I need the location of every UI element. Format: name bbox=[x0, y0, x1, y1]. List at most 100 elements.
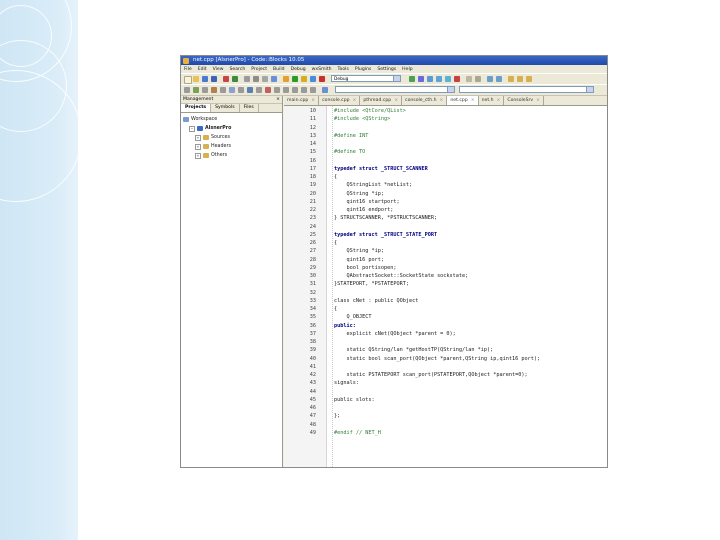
editor-tab[interactable]: net.h × bbox=[479, 96, 505, 105]
tab-projects[interactable]: Projects bbox=[181, 104, 212, 112]
copy-icon[interactable] bbox=[253, 76, 259, 82]
abort-icon[interactable] bbox=[319, 76, 325, 82]
tree-item[interactable]: Workspace bbox=[183, 115, 282, 124]
code-toolbar-icon[interactable] bbox=[283, 87, 289, 93]
tab-symbols[interactable]: Symbols bbox=[211, 104, 240, 112]
symbol-search-combo[interactable] bbox=[335, 86, 455, 93]
close-icon[interactable]: × bbox=[394, 98, 398, 103]
code-toolbar-icon[interactable] bbox=[274, 87, 280, 93]
code-toolbar-icon[interactable] bbox=[229, 87, 235, 93]
menu-file[interactable]: File bbox=[184, 67, 192, 72]
tree-item-label: Sources bbox=[211, 135, 230, 140]
tab-files[interactable]: Files bbox=[240, 104, 259, 112]
various-info-icon[interactable] bbox=[475, 76, 481, 82]
stop-debugger-icon[interactable] bbox=[454, 76, 460, 82]
close-icon[interactable]: × bbox=[497, 98, 501, 103]
expand-icon[interactable]: + bbox=[195, 143, 201, 150]
build-and-run-icon[interactable] bbox=[301, 76, 307, 82]
code-toolbar-icon[interactable] bbox=[247, 87, 253, 93]
menu-help[interactable]: Help bbox=[402, 67, 412, 72]
tree-item-label: Workspace bbox=[191, 117, 218, 122]
function-select-combo[interactable] bbox=[459, 86, 594, 93]
rebuild-icon[interactable] bbox=[310, 76, 316, 82]
menu-view[interactable]: View bbox=[213, 67, 224, 72]
expand-icon[interactable]: + bbox=[195, 152, 201, 159]
editor-tab[interactable]: ConsoleSrv × bbox=[504, 96, 544, 105]
close-icon[interactable]: × bbox=[440, 98, 444, 103]
line-number: 31 bbox=[309, 281, 316, 288]
step-out-icon[interactable] bbox=[445, 76, 451, 82]
code-line: QAbstractSocket::SocketState sockstate; bbox=[334, 273, 469, 279]
code-toolbar-icon[interactable] bbox=[256, 87, 262, 93]
close-icon[interactable]: × bbox=[311, 98, 315, 103]
build-target-select[interactable]: Debug bbox=[331, 75, 401, 82]
toggle-bookmark-icon[interactable] bbox=[508, 76, 514, 82]
code-view[interactable]: 10 #include <QtCore/QList> 11 #include <QSt… bbox=[310, 106, 607, 467]
menu-plugins[interactable]: Plugins bbox=[355, 67, 371, 72]
menu-tools[interactable]: Tools bbox=[338, 67, 349, 72]
menu-edit[interactable]: Edit bbox=[198, 67, 207, 72]
search-icon[interactable] bbox=[322, 87, 328, 93]
code-toolbar-icon[interactable] bbox=[211, 87, 217, 93]
next-line-icon[interactable] bbox=[427, 76, 433, 82]
code-toolbar-icon[interactable] bbox=[265, 87, 271, 93]
close-icon[interactable]: × bbox=[536, 98, 540, 103]
tree-item-label: Others bbox=[211, 153, 228, 158]
close-icon[interactable]: × bbox=[471, 98, 475, 103]
editor-tab[interactable]: main.cpp × bbox=[284, 96, 320, 105]
code-toolbar-icon[interactable] bbox=[310, 87, 316, 93]
editor-tab-label: ConsoleSrv bbox=[507, 98, 534, 103]
code-toolbar-icon[interactable] bbox=[301, 87, 307, 93]
run-icon[interactable] bbox=[292, 76, 298, 82]
code-line: QString *ip; bbox=[334, 248, 384, 255]
find-icon[interactable] bbox=[271, 76, 277, 82]
editor-tab[interactable]: console.cpp × bbox=[319, 96, 361, 105]
collapse-icon[interactable]: − bbox=[189, 125, 195, 132]
line-number: 36 bbox=[309, 322, 316, 329]
cut-icon[interactable] bbox=[244, 76, 250, 82]
open-file-icon[interactable] bbox=[193, 76, 199, 82]
editor-tab[interactable]: console_cth.h × bbox=[402, 96, 448, 105]
code-toolbar-icon[interactable] bbox=[202, 87, 208, 93]
menu-settings[interactable]: Settings bbox=[377, 67, 396, 72]
debug-windows-icon[interactable] bbox=[466, 76, 472, 82]
line-number: 23 bbox=[309, 215, 316, 222]
new-file-icon[interactable] bbox=[184, 76, 192, 84]
save-all-icon[interactable] bbox=[211, 76, 217, 82]
code-toolbar-icon[interactable] bbox=[193, 87, 199, 93]
tree-item[interactable]: + Others bbox=[183, 151, 282, 160]
close-icon[interactable]: × bbox=[353, 98, 357, 103]
undo-icon[interactable] bbox=[223, 76, 229, 82]
redo-icon[interactable] bbox=[232, 76, 238, 82]
menu-search[interactable]: Search bbox=[230, 67, 246, 72]
jump-forward-icon[interactable] bbox=[496, 76, 502, 82]
code-line: { bbox=[334, 174, 338, 180]
editor-tab[interactable]: net.cpp × bbox=[447, 96, 479, 105]
menu-build[interactable]: Build bbox=[273, 67, 285, 72]
code-toolbar-icon[interactable] bbox=[220, 87, 226, 93]
menu-project[interactable]: Project bbox=[251, 67, 267, 72]
code-line: #include <QtCore/QList> bbox=[334, 108, 406, 114]
menu-wxsmith[interactable]: wxSmith bbox=[312, 67, 332, 72]
code-toolbar-icon[interactable] bbox=[238, 87, 244, 93]
run-to-cursor-icon[interactable] bbox=[418, 76, 424, 82]
code-toolbar-icon[interactable] bbox=[184, 87, 190, 93]
expand-icon[interactable]: + bbox=[195, 134, 201, 141]
save-icon[interactable] bbox=[202, 76, 208, 82]
editor-tab[interactable]: pthread.cpp × bbox=[360, 96, 403, 105]
code-toolbar-icon[interactable] bbox=[292, 87, 298, 93]
tree-item[interactable]: + Sources bbox=[183, 133, 282, 142]
line-number: 19 bbox=[309, 182, 316, 189]
prev-bookmark-icon[interactable] bbox=[517, 76, 523, 82]
step-into-icon[interactable] bbox=[436, 76, 442, 82]
build-icon[interactable] bbox=[283, 76, 289, 82]
menu-bar: File Edit View Search Project Build Debug wxSmi… bbox=[181, 65, 607, 73]
tree-item[interactable]: − AlsnerPro bbox=[183, 124, 282, 133]
close-icon[interactable]: × bbox=[276, 96, 280, 103]
menu-debug[interactable]: Debug bbox=[291, 67, 306, 72]
jump-back-icon[interactable] bbox=[487, 76, 493, 82]
debug-start-icon[interactable] bbox=[409, 76, 415, 82]
tree-item[interactable]: + Headers bbox=[183, 142, 282, 151]
next-bookmark-icon[interactable] bbox=[526, 76, 532, 82]
paste-icon[interactable] bbox=[262, 76, 268, 82]
